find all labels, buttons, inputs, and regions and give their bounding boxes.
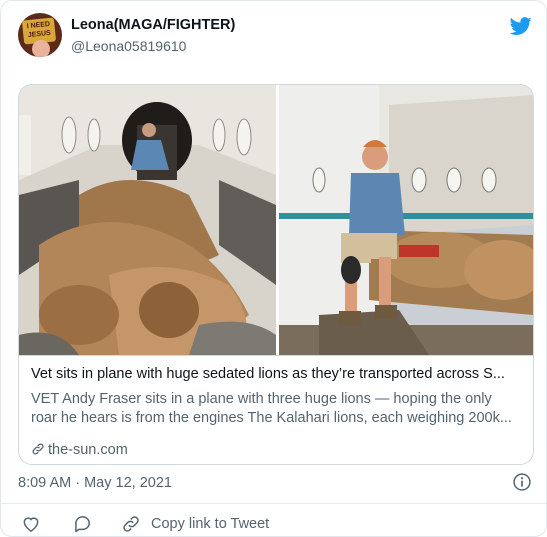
avatar[interactable]: I NEED JESUS [18, 13, 62, 57]
link-card-text[interactable]: Vet sits in plane with huge sedated lion… [19, 355, 533, 464]
author-name[interactable]: Leona(MAGA/FIGHTER) [71, 17, 235, 33]
twitter-bird-icon[interactable] [508, 15, 534, 37]
author-handle[interactable]: @Leona05819610 [71, 38, 186, 54]
like-button[interactable] [21, 513, 41, 535]
reply-icon [75, 516, 90, 533]
tweet-timestamp[interactable]: 8:09 AM · May 12, 2021 [18, 475, 172, 491]
link-icon [32, 443, 44, 455]
copy-link-button[interactable]: Copy link to Tweet [121, 513, 269, 535]
copy-link-label: Copy link to Tweet [151, 516, 270, 532]
link-card-description-line: VET Andy Fraser sits in a plane with thr… [31, 391, 492, 407]
info-icon[interactable] [512, 472, 532, 492]
heart-icon [23, 517, 39, 532]
link-icon [123, 516, 139, 532]
reply-button[interactable] [73, 513, 93, 535]
lions-in-cabin-photo [19, 85, 276, 355]
link-card-domain-text: the-sun.com [48, 442, 128, 458]
vet-at-plane-door-photo [279, 85, 533, 355]
link-card-title[interactable]: Vet sits in plane with huge sedated lion… [31, 366, 523, 382]
link-card-description: VET Andy Fraser sits in a plane with thr… [31, 390, 523, 428]
link-card[interactable]: Vet sits in plane with huge sedated lion… [18, 84, 534, 465]
link-card-description-line: roar he hears is from the engines The Ka… [31, 410, 512, 426]
divider [1, 503, 546, 504]
tweet-embed: I NEED JESUS Leona(MAGA/FIGHTER) @Leona05… [0, 0, 547, 537]
link-card-domain[interactable]: the-sun.com [31, 442, 128, 458]
